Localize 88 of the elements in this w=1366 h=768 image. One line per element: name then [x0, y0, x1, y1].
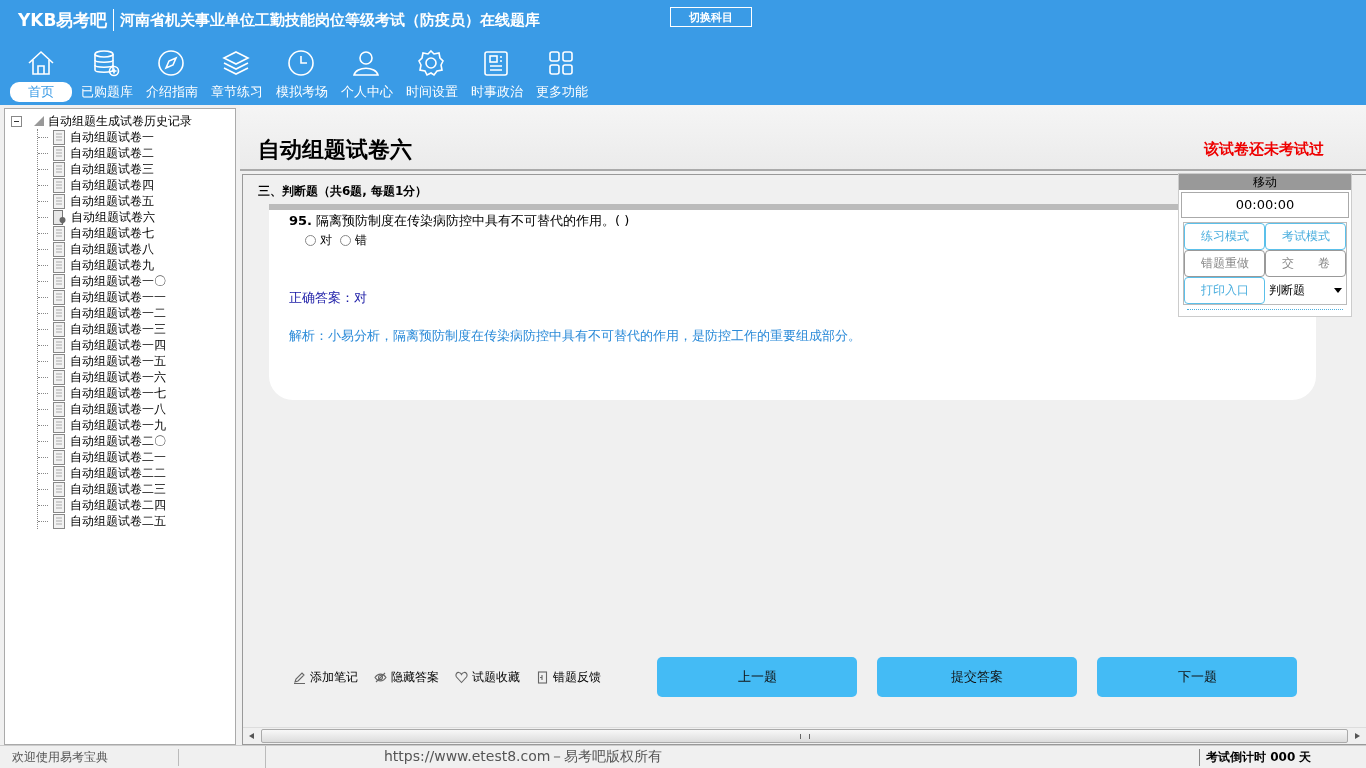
tree-item[interactable]: 自动组题试卷三 — [70, 160, 154, 178]
layers-icon[interactable] — [220, 48, 251, 78]
tree-item[interactable]: 自动组题试卷六 — [71, 208, 155, 226]
document-icon — [53, 481, 65, 497]
tree-item[interactable]: 自动组题试卷二四 — [70, 496, 166, 514]
answer-option[interactable]: 对 — [305, 232, 332, 249]
document-icon — [53, 321, 65, 337]
welcome-text: 欢迎使用易考宝典 — [0, 748, 179, 766]
question-text: 隔离预防制度在传染病防控中具有不可替代的作用。( ) — [316, 213, 630, 228]
tree-item[interactable]: 自动组题试卷二五 — [70, 512, 166, 530]
document-icon — [53, 129, 65, 145]
document-icon — [53, 193, 65, 209]
tree-item[interactable]: 自动组题试卷二三 — [70, 480, 166, 498]
app-title: 河南省机关事业单位工勤技能岗位等级考试（防疫员）在线题库 — [120, 10, 541, 30]
tree-item[interactable]: 自动组题试卷一〇 — [70, 272, 166, 290]
tree-item[interactable]: 自动组题试卷二〇 — [70, 432, 166, 450]
document-icon — [53, 273, 65, 289]
compass-icon[interactable] — [155, 48, 186, 78]
brand-logo: YKB易考吧 — [18, 8, 108, 32]
question-number: 95. — [289, 213, 313, 228]
tree-item[interactable]: 自动组题试卷九 — [70, 256, 154, 274]
analysis-text: 解析：小易分析，隔离预防制度在传染病防控中具有不可替代的作用，是防控工作的重要组成部分。 — [289, 327, 862, 345]
document-icon — [53, 257, 65, 273]
panel-button[interactable]: 错题重做 — [1184, 250, 1265, 277]
tree-item[interactable]: 自动组题试卷五 — [70, 192, 154, 210]
document-icon — [53, 465, 65, 481]
document-icon — [53, 225, 65, 241]
document-icon — [53, 385, 65, 401]
move-handle[interactable]: 移动 — [1179, 174, 1351, 190]
document-icon — [53, 177, 65, 193]
question-nav-button[interactable]: 上一题 — [657, 657, 857, 697]
tool-link[interactable]: 错题反馈 — [553, 668, 601, 686]
settings-icon[interactable] — [415, 48, 446, 78]
tree-item[interactable]: 自动组题试卷一八 — [70, 400, 166, 418]
tree-item[interactable]: 自动组题试卷四 — [70, 176, 154, 194]
tree-item[interactable]: 自动组题试卷一五 — [70, 352, 166, 370]
tree-item[interactable]: 自动组题试卷一九 — [70, 416, 166, 434]
tree-item[interactable]: 自动组题试卷一二 — [70, 304, 166, 322]
document-icon — [53, 161, 65, 177]
paper-title: 自动组题试卷六 — [258, 136, 412, 164]
exam-status: 该试卷还未考试过 — [1204, 140, 1324, 159]
document-icon — [53, 417, 65, 433]
document-icon — [53, 241, 65, 257]
heart-icon[interactable] — [455, 670, 468, 684]
timer: 00:00:00 — [1181, 192, 1349, 218]
tree-item[interactable]: 自动组题试卷一六 — [70, 368, 166, 386]
tool-link[interactable]: 试题收藏 — [472, 668, 520, 686]
tool-link[interactable]: 隐藏答案 — [391, 668, 439, 686]
document-icon — [53, 337, 65, 353]
tree-item[interactable]: 自动组题试卷一 — [70, 128, 154, 146]
collapse-toggle-icon[interactable] — [11, 115, 22, 127]
tree-item[interactable]: 自动组题试卷七 — [70, 224, 154, 242]
tree-item[interactable]: 自动组题试卷一三 — [70, 320, 166, 338]
document-icon — [53, 289, 65, 305]
user-icon[interactable] — [350, 48, 381, 78]
tree-item[interactable]: 自动组题试卷一七 — [70, 384, 166, 402]
document-icon — [53, 305, 65, 321]
document-icon — [53, 145, 65, 161]
exam-countdown: 考试倒计时 000 天 — [1199, 748, 1366, 766]
horizontal-scrollbar[interactable] — [243, 727, 1366, 744]
document-icon — [53, 433, 65, 449]
answer-option[interactable]: 错 — [340, 232, 367, 249]
copyright-text: https://www.etest8.com－易考吧版权所有 — [383, 748, 664, 766]
document-icon — [53, 497, 65, 513]
document-icon — [53, 401, 65, 417]
document-icon — [53, 353, 65, 369]
question-type-select[interactable]: 判断题 — [1265, 277, 1346, 304]
tool-link[interactable]: 添加笔记 — [310, 668, 358, 686]
question-nav-button[interactable]: 提交答案 — [877, 657, 1077, 697]
document-icon — [53, 449, 65, 465]
triangle-icon — [34, 116, 44, 126]
tree-item[interactable]: 自动组题试卷一一 — [70, 288, 166, 306]
tree-item[interactable]: 自动组题试卷二二 — [70, 464, 166, 482]
tree-item[interactable]: 自动组题试卷二 — [70, 144, 154, 162]
tree-root-label[interactable]: 自动组题生成试卷历史记录 — [48, 112, 192, 130]
pencil-icon[interactable] — [293, 670, 306, 684]
panel-button[interactable]: 交 卷 — [1265, 250, 1346, 277]
correct-answer: 正确答案：对 — [289, 289, 367, 307]
section-heading: 三、判断题（共6题, 每题1分） — [258, 183, 428, 200]
question-nav-button[interactable]: 下一题 — [1097, 657, 1297, 697]
document-icon[interactable] — [536, 670, 549, 684]
eye-icon[interactable] — [374, 670, 387, 684]
clock-icon[interactable] — [285, 48, 316, 78]
document-icon — [53, 513, 65, 529]
tree-item[interactable]: 自动组题试卷一四 — [70, 336, 166, 354]
document-icon — [53, 369, 65, 385]
tree-item[interactable]: 自动组题试卷八 — [70, 240, 154, 258]
tree-item[interactable]: 自动组题试卷二一 — [70, 448, 166, 466]
